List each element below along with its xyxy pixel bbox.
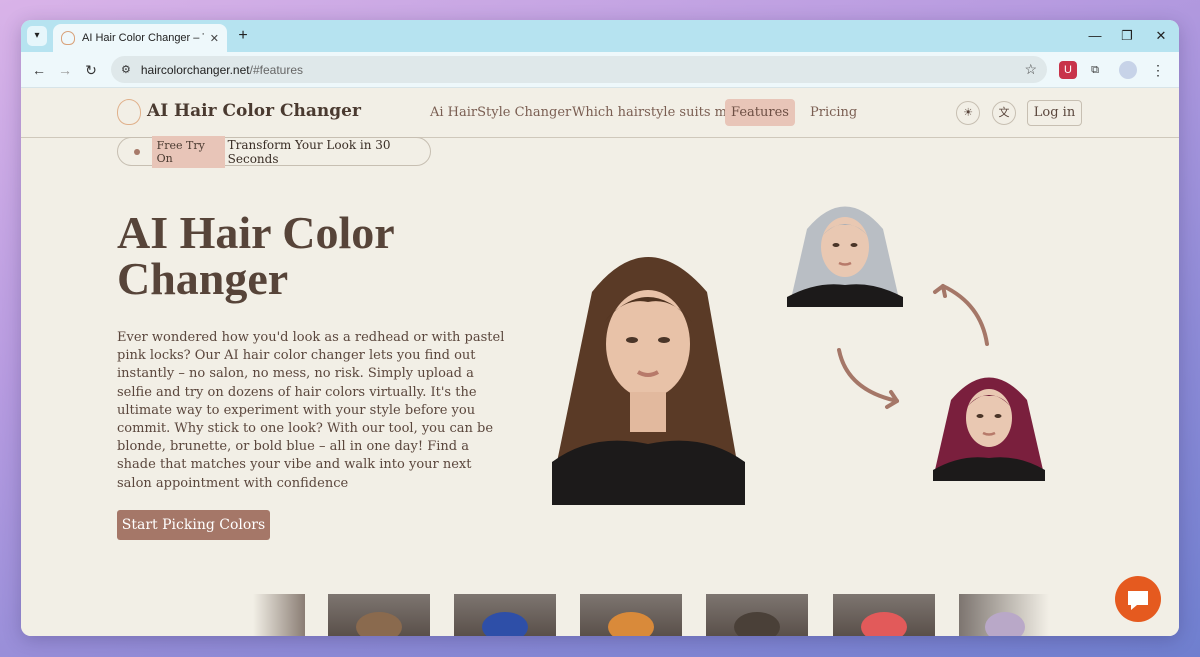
site-header: AI Hair Color Changer Ai HairStyle Chang… (21, 88, 1179, 138)
extension-shield-icon[interactable]: U (1059, 61, 1077, 79)
browser-menu-icon[interactable]: ⋮ (1149, 61, 1167, 79)
translate-icon[interactable]: 文 (992, 101, 1016, 125)
webpage: AI Hair Color Changer Ai HairStyle Chang… (21, 88, 1179, 636)
gallery-thumb-5[interactable] (833, 594, 935, 636)
close-window-button[interactable]: ✕ (1151, 26, 1171, 46)
gallery-thumb-1[interactable] (328, 594, 430, 636)
browser-window: ▾ AI Hair Color Changer – Try On ✕ + — ❐… (21, 20, 1179, 636)
profile-avatar[interactable] (1119, 61, 1137, 79)
hero-portrait-brunette (552, 232, 745, 505)
tab-title: AI Hair Color Changer – Try On (82, 32, 204, 44)
tab-close-icon[interactable]: ✕ (210, 32, 219, 45)
restore-button[interactable]: ❐ (1117, 26, 1137, 46)
reload-button[interactable]: ↻ (81, 60, 101, 80)
page-title: AI Hair Color Changer (117, 207, 394, 304)
url-path: /#features (249, 62, 303, 77)
browser-toolbar: ← → ↻ ⚙ haircolorchanger.net /#features … (21, 52, 1179, 88)
tab-search-button[interactable]: ▾ (27, 26, 47, 46)
gallery-thumb-0[interactable] (253, 594, 305, 636)
back-button[interactable]: ← (29, 60, 49, 80)
chat-bubble-icon (1128, 591, 1148, 610)
badge-tag: Free Try On (151, 135, 225, 168)
gallery-thumb-3[interactable] (580, 594, 682, 636)
tab-active[interactable]: AI Hair Color Changer – Try On ✕ (53, 24, 227, 52)
url-host: haircolorchanger.net (140, 62, 250, 77)
logo-icon[interactable] (117, 99, 141, 125)
new-tab-button[interactable]: + (233, 26, 253, 46)
nav-which-hairstyle[interactable]: Which hairstyle suits me? (572, 105, 742, 120)
logo-text[interactable]: AI Hair Color Changer (147, 101, 361, 121)
start-picking-colors-button[interactable]: Start Picking Colors (117, 510, 270, 540)
badge-text: Transform Your Look in 30 Seconds (227, 137, 391, 166)
sun-icon[interactable]: ☀ (956, 101, 980, 125)
badge-dot-icon (134, 148, 140, 155)
site-favicon-icon (61, 31, 75, 45)
nav-pricing[interactable]: Pricing (810, 105, 857, 120)
gallery-thumb-4[interactable] (706, 594, 808, 636)
address-bar[interactable]: ⚙ haircolorchanger.net /#features ☆ (111, 56, 1047, 83)
minimize-button[interactable]: — (1085, 26, 1105, 46)
free-try-on-badge: Free Try On Transform Your Look in 30 Se… (117, 135, 431, 168)
login-button[interactable]: Log in (1027, 100, 1082, 126)
extensions-puzzle-icon[interactable]: ⧉ (1086, 61, 1104, 79)
site-info-icon[interactable]: ⚙ (121, 63, 131, 76)
arrow-icons (837, 284, 989, 409)
gallery-thumb-6[interactable] (959, 594, 1049, 636)
hero-description: Ever wondered how you'd look as a redhea… (117, 330, 505, 491)
nav-features[interactable]: Features (725, 99, 795, 126)
nav-hairstyle-changer[interactable]: Ai HairStyle Changer (430, 105, 571, 120)
forward-button[interactable]: → (55, 60, 75, 80)
bookmark-star-icon[interactable]: ☆ (1024, 61, 1037, 78)
tab-strip: ▾ AI Hair Color Changer – Try On ✕ + — ❐… (21, 20, 1179, 52)
chat-button[interactable] (1115, 576, 1161, 622)
gallery-thumb-2[interactable] (454, 594, 556, 636)
